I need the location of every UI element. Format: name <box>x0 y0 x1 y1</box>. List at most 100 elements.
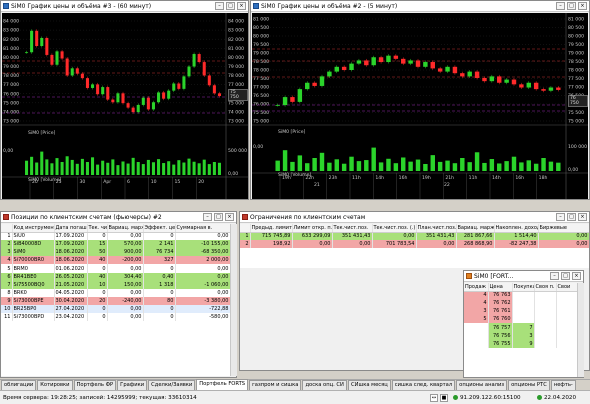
orderbook-level[interactable]: 76 756 3 <box>464 331 577 340</box>
volume-bar <box>116 165 120 175</box>
workspace-tab[interactable]: сишка след. квартал <box>391 380 456 390</box>
workspace-tab[interactable]: Портфель FORTS <box>196 379 249 390</box>
expiry-date: 21.05.2020 <box>54 280 88 289</box>
table-row[interactable]: 1 SiU0 17.09.2020 0 0,00 0 0,00 <box>1 232 230 241</box>
variation-margin: 0,00 <box>107 264 144 273</box>
chart2-canvas[interactable]: 81 000 81 000 80 500 80 500 80 000 80 000 79 5… <box>252 13 588 199</box>
connect-icon[interactable]: ↔ <box>430 393 438 402</box>
candle-body <box>126 103 130 108</box>
workspace-tab[interactable]: СИшка месяц <box>347 380 391 390</box>
orderbook-window[interactable]: SiM0 [FORT... – □ × Продаж Цена Покупка Сво… <box>463 270 584 378</box>
minimize-button[interactable]: – <box>215 2 224 10</box>
chart-window-5min[interactable]: SiM0 График цены и объёма #2 - (5 минут)… <box>250 0 590 200</box>
volume-bar <box>275 160 280 171</box>
workspace-tab[interactable]: опционы анализ <box>456 380 508 390</box>
chart-window-60min[interactable]: SiM0 График цены и объёма #3 - (60 минут… <box>0 0 249 200</box>
orderbook-level[interactable]: 76 757 7 <box>464 323 577 332</box>
limits-cell: 281 867,66 <box>456 232 495 241</box>
positions-titlebar[interactable]: Позиции по клиентским счетам (фьючерсы) … <box>1 212 236 223</box>
minimize-button[interactable]: – <box>556 213 565 221</box>
close-button[interactable]: × <box>578 213 587 221</box>
table-row[interactable]: 1 715 745,89 633 299,09 351 431,43 0,00 351 4… <box>240 232 589 241</box>
workspace-tab[interactable]: опционы РТС <box>508 380 550 390</box>
orderbook-column-header: Цена <box>488 283 513 292</box>
limits-titlebar[interactable]: Ограничения по клиентским счетам – □ × <box>240 212 589 223</box>
table-row[interactable]: 7 Si75500BQ0 21.05.2020 10 150,00 1 318 -1 060… <box>1 280 230 289</box>
positions-window[interactable]: Позиции по клиентским счетам (фьючерсы) … <box>0 211 237 378</box>
volume-bar <box>25 160 29 175</box>
positions-table[interactable]: Код инструментаДата погаш.Тек. чист.Вари… <box>1 224 230 322</box>
table-row[interactable]: 11 Si73000BPD 23.04.2020 0 0,00 0 -580,00 <box>1 313 230 322</box>
orderbook-level[interactable]: 5 76 760 <box>464 315 577 324</box>
orderbook-titlebar[interactable]: SiM0 [FORT... – □ × <box>464 271 583 282</box>
maximize-button[interactable]: □ <box>561 272 570 280</box>
candle-body <box>75 68 79 74</box>
orderbook-level[interactable]: 4 76 762 <box>464 299 577 308</box>
total-value: -10 155,00 <box>175 240 230 249</box>
effective-price: 0 <box>143 313 176 322</box>
workspace-tab[interactable]: облигации <box>1 380 37 390</box>
table-row[interactable]: 5 BRM0 01.06.2020 0 0,00 0 0,00 <box>1 264 230 273</box>
lock-icon[interactable]: ■ <box>440 393 448 402</box>
date-tick-label: 19h <box>422 175 431 181</box>
table-row[interactable]: 6 BR41BE0 26.05.2020 40 304,40 0,40 0,00 <box>1 272 230 281</box>
positions-column-header: Эффект. цена <box>143 224 176 233</box>
orderbook-scrollbar[interactable] <box>577 283 584 377</box>
workspace-tab[interactable]: газпром и сишка <box>249 380 302 390</box>
buy-volume <box>512 315 535 324</box>
price-tick-label: 73 000 <box>228 119 244 125</box>
table-row[interactable]: 8 BRK0 04.05.2020 0 0,00 0 0,00 <box>1 288 230 297</box>
workspace-tab[interactable]: доска опц. СИ <box>302 380 347 390</box>
chart1-canvas[interactable]: 84 000 84 000 83 000 83 000 82 000 82 000 81 0… <box>2 13 248 199</box>
candle-body <box>192 54 196 67</box>
server-date: 22.04.2020 <box>544 394 577 401</box>
workspace-tab[interactable]: нефть- <box>550 380 576 390</box>
candle-body <box>489 76 495 82</box>
chart-window-5min-titlebar[interactable]: SiM0 График цены и объёма #2 - (5 минут)… <box>251 1 589 12</box>
minimize-button[interactable]: – <box>203 213 212 221</box>
table-row[interactable]: 3 SiM0 18.06.2020 50 900,00 76 734 -68 350,00 <box>1 248 230 257</box>
candle-body <box>378 57 384 63</box>
orderbook-level[interactable]: 4 76 763 <box>464 291 577 300</box>
table-row[interactable]: 4 Si70000BR0 18.06.2020 40 -200,00 327 2 000,0… <box>1 256 230 265</box>
maximize-button[interactable]: □ <box>567 213 576 221</box>
limits-cell: 351 431,43 <box>416 232 457 241</box>
positions-scrollbar[interactable] <box>230 224 237 376</box>
volume-bar <box>504 161 509 171</box>
volume-bar <box>282 150 288 171</box>
limits-table[interactable]: Предыд. лимит Лимит откр. п. Тек.чист.поз.… <box>240 224 589 249</box>
table-row[interactable]: 10 BR25BP0 27.04.2020 0 0,00 0 -722,88 <box>1 304 230 314</box>
workspace-tab[interactable]: Портфель ФР <box>73 380 117 390</box>
status-bar: Время сервера: 19:28:25; записей: 142959… <box>0 390 590 404</box>
own-position <box>534 315 557 324</box>
close-button[interactable]: × <box>237 2 246 10</box>
table-row[interactable]: 2 198,92 0,00 0,00 701 783,54 0,00 268 868,90-… <box>240 240 589 249</box>
orderbook-level[interactable]: 3 76 761 <box>464 307 577 316</box>
chart-window-60min-titlebar[interactable]: SiM0 График цены и объёма #3 - (60 минут… <box>1 1 248 12</box>
maximize-button[interactable]: □ <box>226 2 235 10</box>
total-value: 0,00 <box>175 264 230 273</box>
candle-body <box>504 79 509 83</box>
candle-body <box>116 93 120 103</box>
close-button[interactable]: × <box>578 2 587 10</box>
orderbook-table[interactable]: Продаж Цена Покупка Своя п. Свои 4 76 763 4 76 … <box>464 283 577 348</box>
close-button[interactable]: × <box>572 272 581 280</box>
volume-bar <box>371 147 376 171</box>
minimize-button[interactable]: – <box>550 272 559 280</box>
workspace-tab[interactable]: Котировки <box>37 380 73 390</box>
maximize-button[interactable]: □ <box>214 213 223 221</box>
orderbook-level[interactable]: 76 755 9 <box>464 339 577 348</box>
workspace-tab[interactable]: Сделки/Заявки <box>148 380 196 390</box>
candle-body <box>177 83 181 89</box>
price-tick-label-left: 78 000 <box>3 73 19 79</box>
maximize-button[interactable]: □ <box>567 2 576 10</box>
minimize-button[interactable]: – <box>556 2 565 10</box>
price-tick-label-left: 81 000 <box>253 17 269 23</box>
candle-body <box>341 66 347 70</box>
positions-column-header: Код инструмента <box>12 224 55 233</box>
close-button[interactable]: × <box>225 213 234 221</box>
workspace-tab[interactable]: Графики <box>117 380 148 390</box>
instrument-code: SiM0 <box>12 248 55 257</box>
table-row[interactable]: 2 SiB40008D 17.09.2020 15 570,00 2 141 -10 155… <box>1 240 230 249</box>
table-row[interactable]: 9 Si73000BPE 30.04.2020 20 -240,00 80 -3 380,0… <box>1 296 230 305</box>
